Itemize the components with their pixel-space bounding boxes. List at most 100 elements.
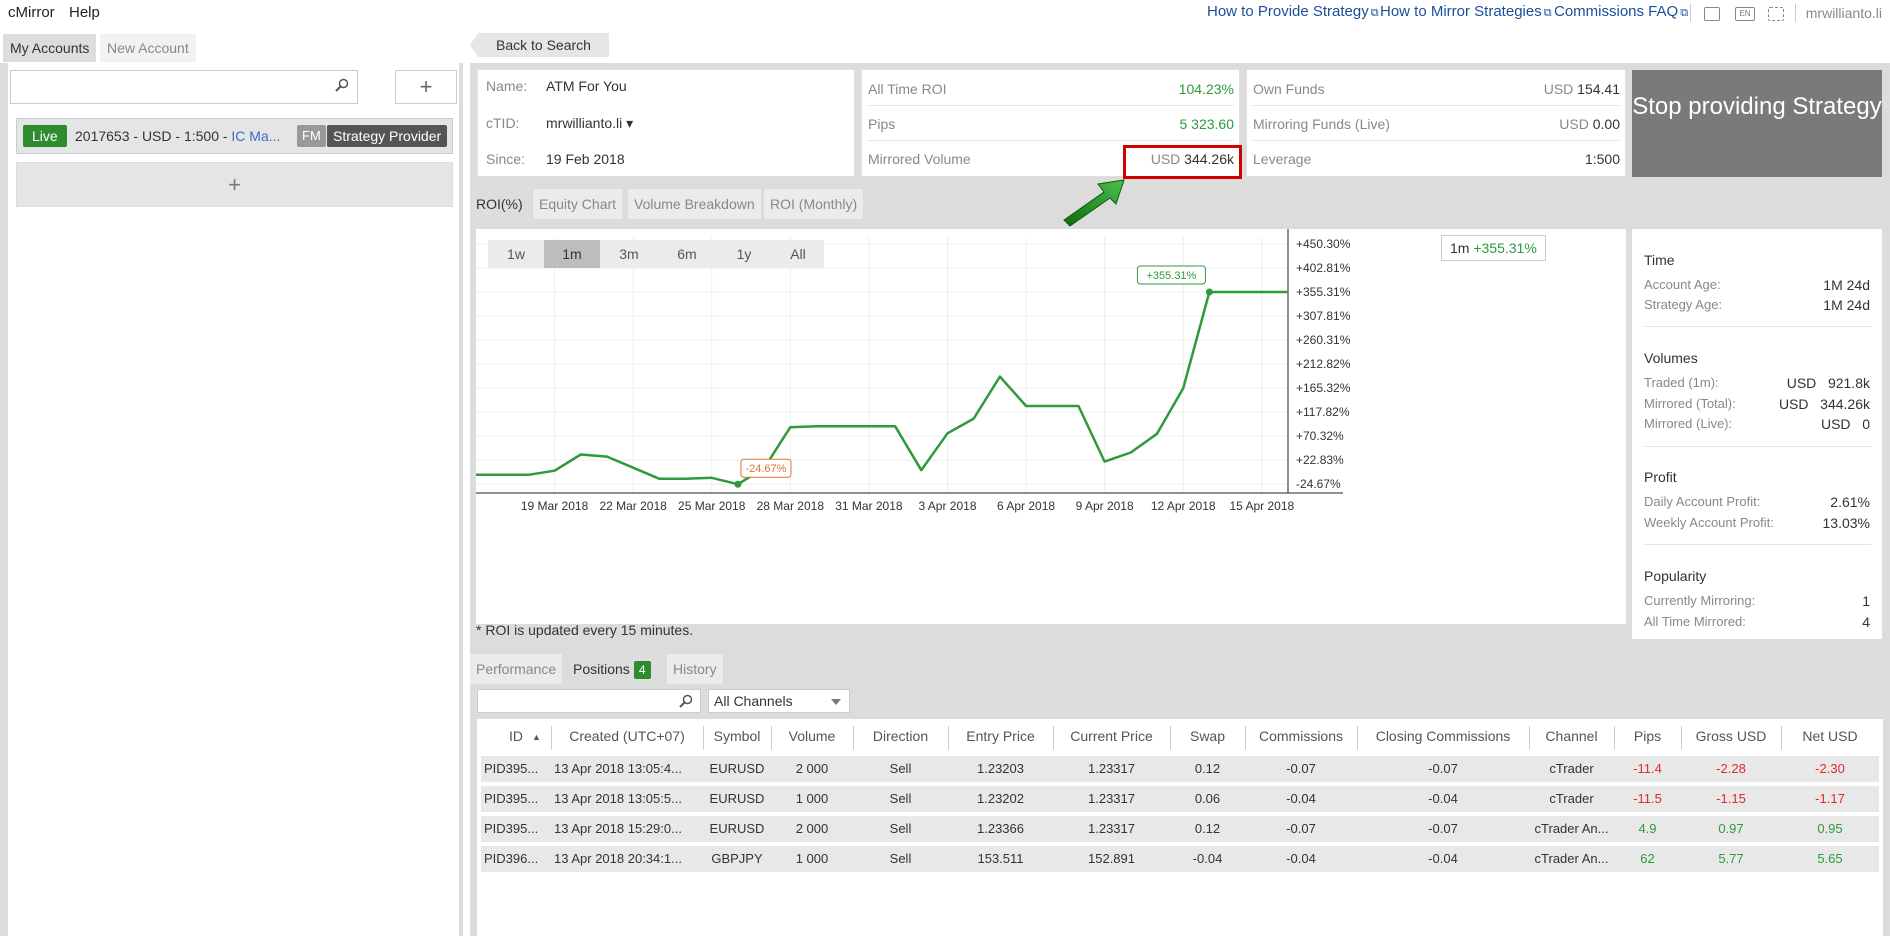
tab-new-account[interactable]: New Account [100, 34, 196, 62]
column-divider[interactable] [1529, 726, 1530, 750]
range-1m[interactable]: 1m [544, 240, 600, 268]
column-divider[interactable] [1357, 726, 1358, 750]
link-how-to-mirror[interactable]: How to Mirror Strategies ⧉ [1380, 3, 1552, 20]
sort-ascending-icon[interactable]: ▲ [532, 732, 541, 742]
table-cell: -11.4 [1633, 761, 1662, 776]
since-label: Since: [486, 151, 525, 167]
column-header[interactable]: Closing Commissions [1357, 728, 1529, 744]
tab-positions[interactable]: Positions 4 [567, 654, 657, 684]
add-account-button[interactable]: + [16, 162, 453, 207]
tab-volume-breakdown[interactable]: Volume Breakdown [628, 189, 761, 219]
column-divider[interactable] [1614, 726, 1615, 750]
column-header[interactable]: Created (UTC+07) [551, 728, 703, 744]
stop-providing-button[interactable]: Stop providing Strategy [1632, 70, 1882, 177]
tab-roi-monthly[interactable]: ROI (Monthly) [764, 189, 864, 219]
tab-performance[interactable]: Performance [470, 654, 563, 684]
table-cell: 153.511 [977, 851, 1024, 866]
y-tick-label: +307.81% [1296, 309, 1351, 323]
table-row[interactable]: PID396... 13 Apr 2018 20:34:1... GBPJPY 1 0… [481, 846, 1879, 872]
profit-heading: Profit [1644, 469, 1677, 485]
period-roi-badge: 1m +355.31% [1441, 235, 1546, 261]
link-label: How to Provide Strategy [1207, 3, 1369, 20]
table-cell: -0.07 [1428, 761, 1458, 776]
table-row[interactable]: PID395... 13 Apr 2018 15:29:0... EURUSD 2 0… [481, 816, 1879, 842]
range-3m[interactable]: 3m [600, 240, 658, 268]
table-row[interactable]: PID395... 13 Apr 2018 13:05:5... EURUSD 1 0… [481, 786, 1879, 812]
column-header[interactable]: Commissions [1245, 728, 1357, 744]
link-how-to-provide[interactable]: How to Provide Strategy ⧉ [1207, 3, 1379, 20]
range-1w[interactable]: 1w [488, 240, 544, 268]
highlight-box [1123, 145, 1242, 179]
column-divider[interactable] [771, 726, 772, 750]
x-tick-label: 15 Apr 2018 [1229, 499, 1294, 513]
amount: 921.8k [1827, 375, 1870, 391]
window-icon[interactable] [1704, 7, 1720, 21]
mirroring-funds-value: USD 0.00 [1559, 116, 1620, 132]
column-divider[interactable] [1245, 726, 1246, 750]
table-cell: -0.07 [1286, 821, 1316, 836]
column-divider[interactable] [1170, 726, 1171, 750]
table-cell: 62 [1640, 851, 1655, 866]
max-label: +355.31% [1146, 270, 1196, 282]
account-search-input[interactable] [17, 71, 317, 101]
column-header[interactable]: Entry Price [948, 728, 1053, 744]
table-row[interactable]: PID395... 13 Apr 2018 13:05:4... EURUSD 2 0… [481, 756, 1879, 782]
currency-unit: USD [1778, 396, 1809, 412]
column-divider[interactable] [1781, 726, 1782, 750]
x-tick-label: 22 Mar 2018 [599, 499, 667, 513]
x-tick-label: 25 Mar 2018 [678, 499, 746, 513]
account-search[interactable] [10, 70, 358, 104]
column-header[interactable]: Net USD [1781, 728, 1879, 744]
column-header[interactable]: Symbol [703, 728, 771, 744]
column-header[interactable]: Pips [1614, 728, 1681, 744]
table-cell: -2.28 [1716, 761, 1746, 776]
range-all[interactable]: All [772, 240, 824, 268]
roi-chart[interactable]: +450.30% +402.81% +355.31% +307.81% +260.31%… [476, 229, 1626, 624]
menu-app[interactable]: cMirror [8, 4, 55, 21]
column-header[interactable]: Channel [1529, 728, 1614, 744]
weekly-profit-label: Weekly Account Profit: [1644, 515, 1774, 530]
mirrored-total-value: USD 344.26k [1779, 396, 1870, 412]
column-header[interactable]: Swap [1170, 728, 1245, 744]
table-cell: cTrader An... [1534, 851, 1609, 866]
column-divider[interactable] [948, 726, 949, 750]
table-cell: PID395... [484, 761, 539, 776]
arrow-annotation [1063, 179, 1125, 227]
positions-search[interactable] [477, 689, 701, 713]
badge-value: +355.31% [1473, 240, 1537, 256]
user-name[interactable]: mrwillianto.li [1806, 5, 1882, 21]
tab-history[interactable]: History [667, 654, 723, 684]
table-cell: GBPJPY [711, 851, 763, 866]
column-divider[interactable] [551, 726, 552, 750]
link-commissions-faq[interactable]: Commissions FAQ ⧉ [1554, 3, 1688, 20]
column-header[interactable]: Gross USD [1681, 728, 1781, 744]
range-6m[interactable]: 6m [658, 240, 716, 268]
tab-roi[interactable]: ROI(%) [470, 189, 529, 219]
external-link-icon: ⧉ [1543, 7, 1552, 19]
column-header[interactable]: Current Price [1053, 728, 1170, 744]
tab-equity-chart[interactable]: Equity Chart [533, 189, 623, 219]
column-divider[interactable] [703, 726, 704, 750]
language-icon[interactable]: EN [1735, 7, 1755, 21]
own-funds-label: Own Funds [1253, 81, 1325, 97]
table-cell: 13 Apr 2018 13:05:4... [554, 761, 682, 776]
fullscreen-icon[interactable] [1768, 7, 1784, 21]
y-tick-label: -24.67% [1296, 477, 1341, 491]
tab-my-accounts[interactable]: My Accounts [3, 34, 97, 62]
range-1y[interactable]: 1y [716, 240, 772, 268]
column-divider[interactable] [853, 726, 854, 750]
add-button[interactable]: + [395, 70, 457, 104]
menu-help[interactable]: Help [69, 4, 100, 21]
account-row[interactable]: Live 2017653 - USD - 1:500 - IC Ma... FM… [16, 118, 453, 154]
column-divider[interactable] [1053, 726, 1054, 750]
ctid-dropdown[interactable]: mrwillianto.li ▾ [546, 115, 633, 132]
tab-label: Positions [573, 661, 630, 677]
divider [1644, 326, 1871, 327]
channel-select[interactable]: All Channels [708, 689, 850, 713]
ctid-label: cTID: [486, 115, 520, 131]
back-to-search-button[interactable]: Back to Search [470, 33, 609, 57]
column-header[interactable]: Direction [853, 728, 948, 744]
column-header[interactable]: Volume [771, 728, 853, 744]
column-divider[interactable] [1681, 726, 1682, 750]
account-age-value: 1M 24d [1823, 277, 1870, 293]
